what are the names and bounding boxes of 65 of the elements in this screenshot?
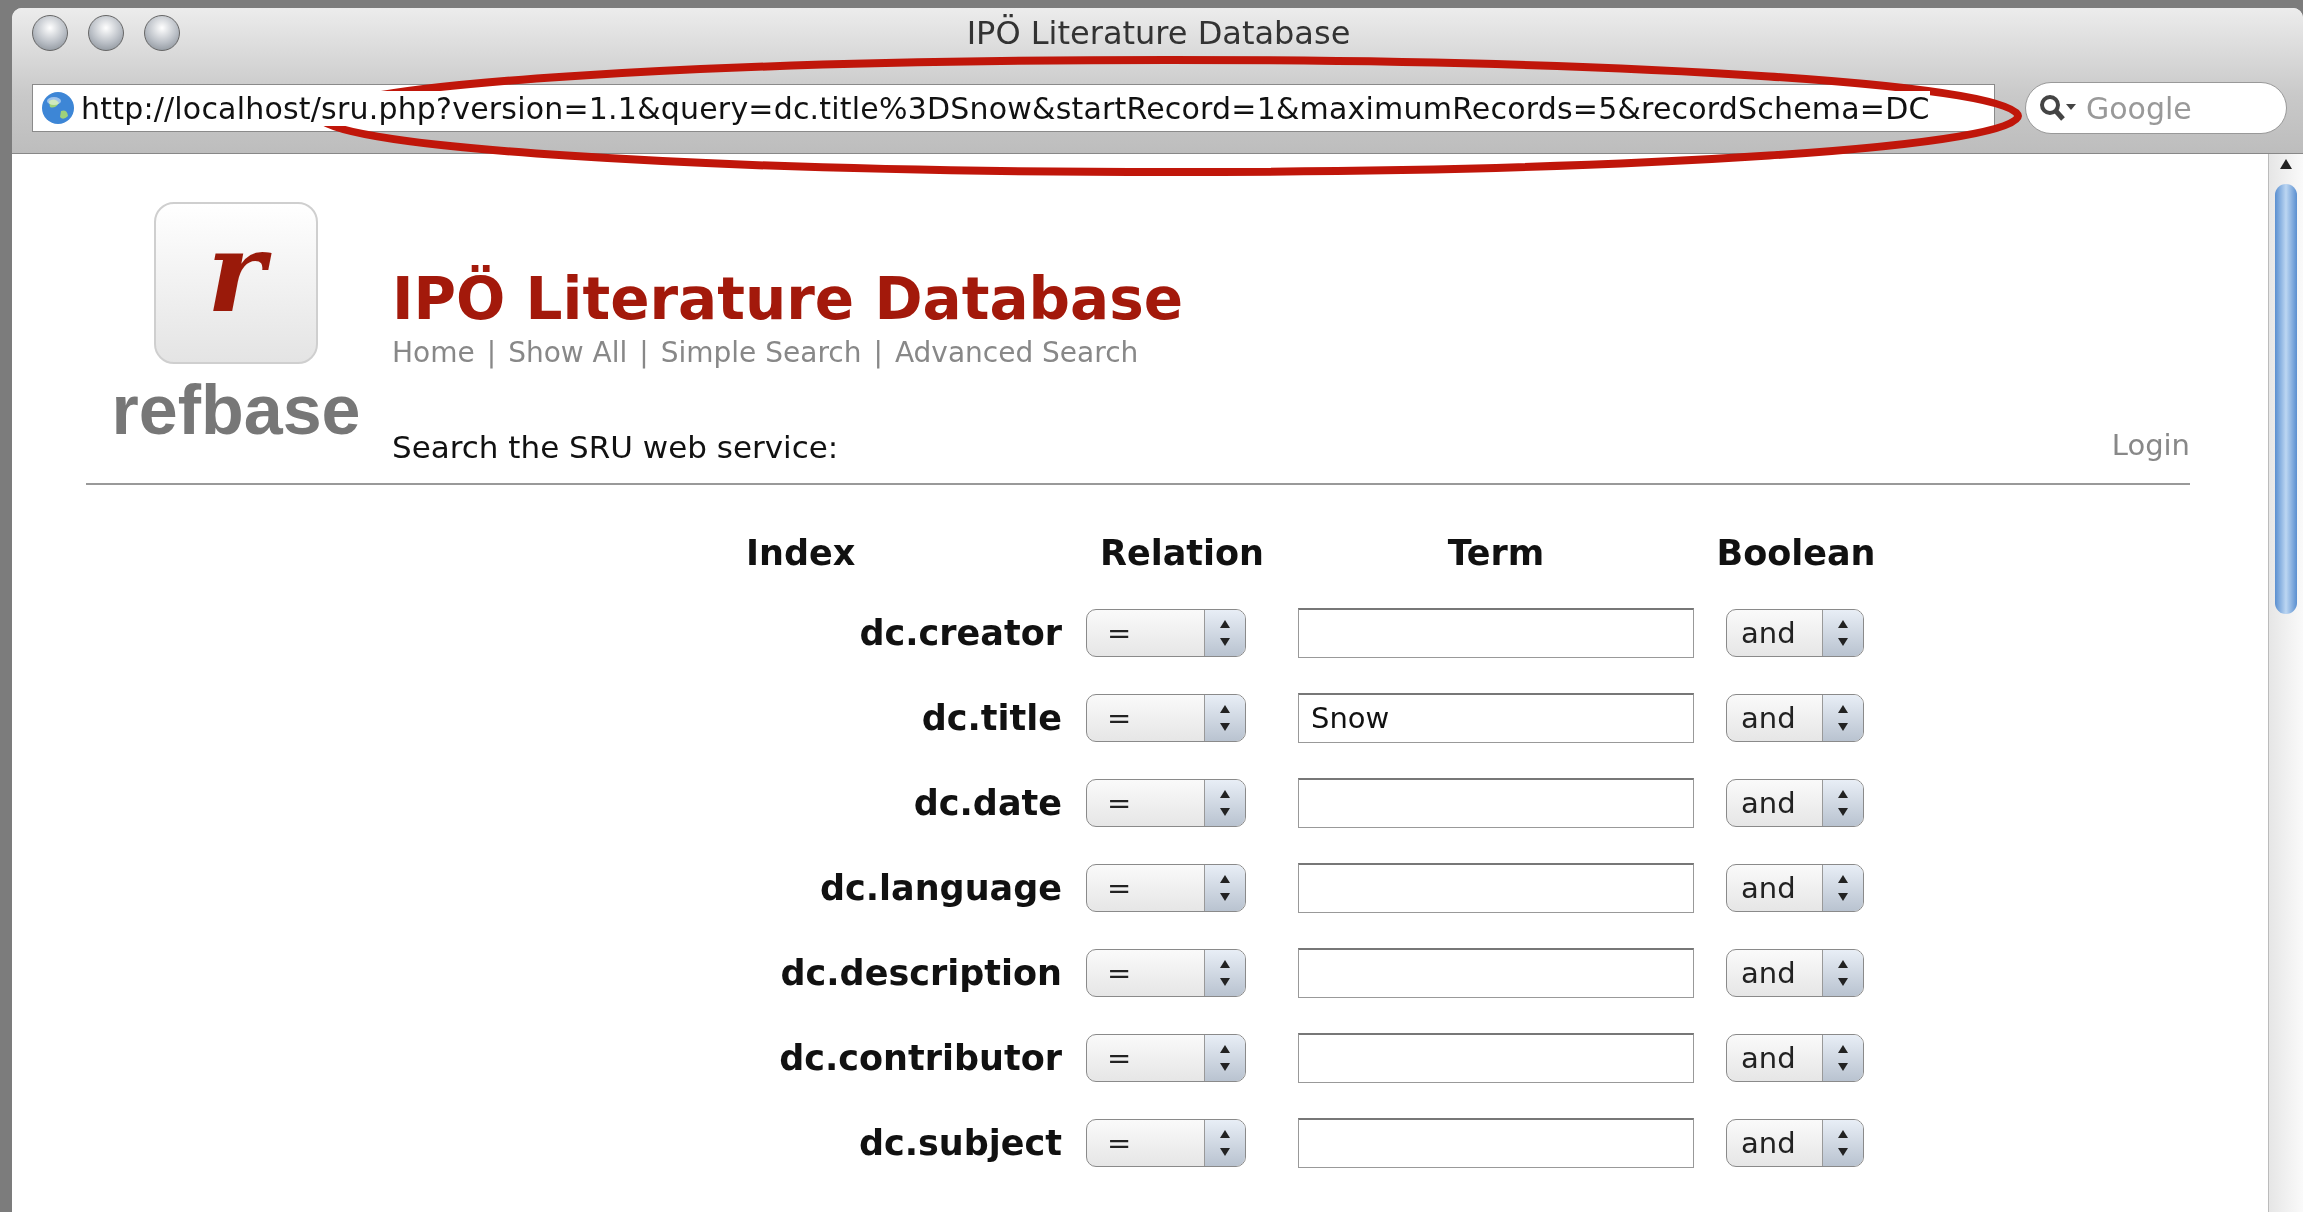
relation-select[interactable]: = [1086, 948, 1246, 997]
column-header: Relation [1100, 532, 1264, 573]
up-down-arrows-icon [1822, 949, 1863, 996]
logo-name: refbase [111, 370, 361, 450]
nav-link[interactable]: Advanced Search [894, 335, 1139, 369]
index-label: dc.subject [857, 1122, 1063, 1163]
relation-select[interactable]: = [1086, 778, 1246, 827]
boolean-select[interactable]: and [1726, 608, 1864, 657]
boolean-select[interactable]: and [1726, 1033, 1864, 1082]
zoom-button[interactable] [144, 15, 180, 51]
logo-icon: r [154, 202, 318, 364]
relation-select[interactable]: = [1086, 1033, 1246, 1082]
term-input[interactable] [1298, 777, 1694, 828]
login-link[interactable]: Login [2111, 428, 2190, 462]
up-down-arrows-icon [1204, 864, 1245, 911]
nav-separator: | [486, 335, 497, 369]
term-input[interactable] [1298, 607, 1694, 658]
up-down-arrows-icon [1204, 694, 1245, 741]
close-button[interactable] [32, 15, 68, 51]
nav-separator: | [873, 335, 883, 369]
term-input[interactable] [1298, 1032, 1694, 1083]
globe-icon [41, 91, 75, 125]
term-input[interactable]: Snow [1298, 692, 1694, 743]
nav-link[interactable]: Simple Search [660, 335, 862, 369]
up-down-arrows-icon [1822, 779, 1863, 826]
relation-select[interactable]: = [1086, 863, 1246, 912]
index-label: dc.creator [858, 612, 1063, 653]
up-down-arrows-icon [1822, 864, 1863, 911]
up-down-arrows-icon [1822, 1034, 1863, 1081]
up-down-arrows-icon [1822, 1119, 1863, 1166]
index-label: dc.title [920, 697, 1063, 738]
relation-select[interactable]: = [1086, 1118, 1246, 1167]
address-field[interactable]: http://localhost/sru.php?version=1.1&query=dc.title%3DSnow&startRecord=1&maximumRecords=5&recordSchema=DC [32, 84, 1995, 132]
up-down-arrows-icon [1204, 1119, 1245, 1166]
minimize-button[interactable] [88, 15, 124, 51]
nav-link[interactable]: Home [392, 335, 475, 369]
nav-link[interactable]: Show All [508, 335, 628, 369]
nav-separator: | [639, 335, 649, 369]
index-label: dc.description [779, 952, 1063, 993]
index-label: dc.language [819, 867, 1063, 908]
term-input[interactable] [1298, 862, 1694, 913]
scrollbar-thumb[interactable] [2275, 184, 2297, 614]
intro-text: Search the SRU web service: [392, 428, 840, 465]
up-down-arrows-icon [1204, 609, 1245, 656]
term-input[interactable] [1298, 1117, 1694, 1168]
window-title: IPÖ Literature Database [966, 14, 1351, 52]
boolean-select[interactable]: and [1726, 693, 1864, 742]
up-down-arrows-icon [1204, 1034, 1245, 1081]
up-down-arrows-icon [1822, 609, 1863, 656]
up-down-arrows-icon [1822, 694, 1863, 741]
boolean-select[interactable]: and [1726, 863, 1864, 912]
search-icon [2038, 93, 2078, 123]
up-down-arrows-icon [1204, 949, 1245, 996]
relation-select[interactable]: = [1086, 608, 1246, 657]
term-input[interactable] [1298, 947, 1694, 998]
column-header: Term [1447, 532, 1545, 573]
boolean-select[interactable]: and [1726, 778, 1864, 827]
index-label: dc.date [912, 782, 1063, 823]
up-down-arrows-icon [1204, 779, 1245, 826]
column-header: Index [746, 532, 856, 573]
relation-select[interactable]: = [1086, 693, 1246, 742]
boolean-select[interactable]: and [1726, 1118, 1864, 1167]
column-header: Boolean [1716, 532, 1876, 573]
index-label: dc.contributor [778, 1037, 1063, 1078]
boolean-select[interactable]: and [1726, 948, 1864, 997]
